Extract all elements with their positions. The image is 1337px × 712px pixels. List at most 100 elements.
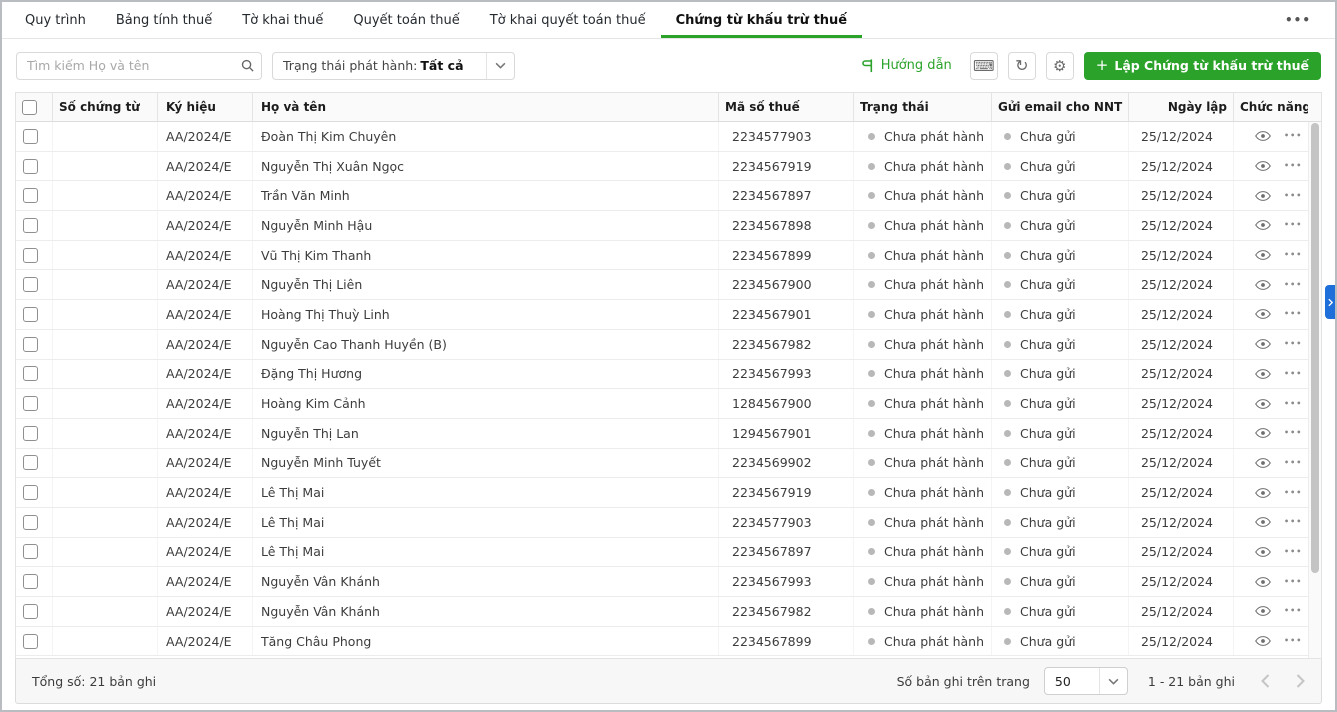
create-deduction-doc-button[interactable]: + Lập Chứng từ khấu trừ thuế [1084, 52, 1321, 80]
row-checkbox[interactable] [23, 159, 38, 174]
issue-status-filter[interactable]: Trạng thái phát hành:Tất cả [272, 52, 515, 80]
row-checkbox[interactable] [23, 544, 38, 559]
page-size-select[interactable]: 50 [1044, 667, 1128, 695]
row-checkbox[interactable] [23, 366, 38, 381]
view-icon[interactable] [1255, 576, 1271, 588]
previous-page-icon[interactable] [1261, 674, 1270, 688]
scrollbar-thumb[interactable] [1311, 123, 1319, 573]
tab-1[interactable]: Quy trình [10, 2, 101, 38]
table-row[interactable]: AA/2024/EHoàng Kim Cảnh1284567900Chưa ph… [16, 389, 1308, 419]
tab-2[interactable]: Bảng tính thuế [101, 2, 227, 38]
search-input[interactable] [17, 58, 233, 73]
row-checkbox[interactable] [23, 426, 38, 441]
tab-6[interactable]: Chứng từ khấu trừ thuế [661, 2, 863, 38]
row-more-icon[interactable]: ••• [1284, 192, 1302, 200]
row-more-icon[interactable]: ••• [1284, 637, 1302, 645]
row-more-icon[interactable]: ••• [1284, 132, 1302, 140]
row-checkbox[interactable] [23, 574, 38, 589]
row-more-icon[interactable]: ••• [1284, 251, 1302, 259]
row-checkbox[interactable] [23, 188, 38, 203]
row-checkbox[interactable] [23, 455, 38, 470]
view-icon[interactable] [1255, 338, 1271, 350]
table-row[interactable]: AA/2024/EHoàng Thị Thuỳ Linh2234567901Ch… [16, 300, 1308, 330]
vertical-scrollbar[interactable] [1308, 122, 1321, 658]
view-icon[interactable] [1255, 605, 1271, 617]
view-icon[interactable] [1255, 635, 1271, 647]
row-more-icon[interactable]: ••• [1284, 221, 1302, 229]
row-more-icon[interactable]: ••• [1284, 518, 1302, 526]
row-more-icon[interactable]: ••• [1284, 578, 1302, 586]
row-checkbox[interactable] [23, 307, 38, 322]
row-checkbox[interactable] [23, 248, 38, 263]
header-trang-thai[interactable]: Trạng thái [853, 93, 991, 121]
view-icon[interactable] [1255, 130, 1271, 142]
table-row[interactable]: AA/2024/EVũ Thị Kim Thanh2234567899Chưa … [16, 241, 1308, 271]
view-icon[interactable] [1255, 368, 1271, 380]
row-more-icon[interactable]: ••• [1284, 281, 1302, 289]
chevron-down-icon[interactable] [486, 53, 514, 79]
tab-4[interactable]: Quyết toán thuế [338, 2, 474, 38]
select-all-checkbox[interactable] [22, 100, 37, 115]
table-row[interactable]: AA/2024/ELê Thị Mai2234577903Chưa phát h… [16, 508, 1308, 538]
table-row[interactable]: AA/2024/ELê Thị Mai2234567919Chưa phát h… [16, 478, 1308, 508]
table-row[interactable]: AA/2024/ELê Thị Mai2234567897Chưa phát h… [16, 538, 1308, 568]
tab-3[interactable]: Tờ khai thuế [227, 2, 338, 38]
row-checkbox[interactable] [23, 485, 38, 500]
row-checkbox[interactable] [23, 129, 38, 144]
guide-link[interactable]: Hướng dẫn [861, 58, 952, 73]
row-checkbox[interactable] [23, 515, 38, 530]
row-checkbox[interactable] [23, 277, 38, 292]
row-checkbox[interactable] [23, 396, 38, 411]
row-checkbox[interactable] [23, 337, 38, 352]
table-row[interactable]: AA/2024/ENguyễn Vân Khánh2234567982Chưa … [16, 597, 1308, 627]
table-row[interactable]: AA/2024/ENguyễn Minh Tuyết2234569902Chưa… [16, 449, 1308, 479]
table-row[interactable]: AA/2024/ENguyễn Thị Lan1294567901Chưa ph… [16, 419, 1308, 449]
table-row[interactable]: AA/2024/EĐoàn Thị Kim Chuyên2234577903Ch… [16, 122, 1308, 152]
view-icon[interactable] [1255, 546, 1271, 558]
header-ho-va-ten[interactable]: Họ và tên [252, 93, 718, 121]
row-checkbox[interactable] [23, 218, 38, 233]
row-more-icon[interactable]: ••• [1284, 162, 1302, 170]
search-icon[interactable] [233, 58, 261, 73]
view-icon[interactable] [1255, 487, 1271, 499]
table-row[interactable]: AA/2024/ETăng Châu Phong2234567899Chưa p… [16, 627, 1308, 657]
table-row[interactable]: AA/2024/ETrần Văn Minh2234567897Chưa phá… [16, 181, 1308, 211]
table-row[interactable]: AA/2024/EĐặng Thị Hương2234567993Chưa ph… [16, 360, 1308, 390]
keyboard-shortcuts-button[interactable]: ⌨ [970, 52, 998, 80]
table-row[interactable]: AA/2024/ENguyễn Cao Thanh Huyền (B)22345… [16, 330, 1308, 360]
row-more-icon[interactable]: ••• [1284, 370, 1302, 378]
tab-5[interactable]: Tờ khai quyết toán thuế [475, 2, 661, 38]
row-more-icon[interactable]: ••• [1284, 310, 1302, 318]
view-icon[interactable] [1255, 249, 1271, 261]
header-ky-hieu[interactable]: Ký hiệu [157, 93, 252, 121]
row-more-icon[interactable]: ••• [1284, 400, 1302, 408]
view-icon[interactable] [1255, 427, 1271, 439]
header-ma-so-thue[interactable]: Mã số thuế [718, 93, 853, 121]
view-icon[interactable] [1255, 398, 1271, 410]
row-more-icon[interactable]: ••• [1284, 459, 1302, 467]
row-more-icon[interactable]: ••• [1284, 340, 1302, 348]
table-row[interactable]: AA/2024/ENguyễn Thị Liên2234567900Chưa p… [16, 270, 1308, 300]
view-icon[interactable] [1255, 308, 1271, 320]
tabbar-more-icon[interactable]: ••• [1261, 2, 1335, 38]
row-checkbox[interactable] [23, 634, 38, 649]
next-page-icon[interactable] [1296, 674, 1305, 688]
row-more-icon[interactable]: ••• [1284, 548, 1302, 556]
view-icon[interactable] [1255, 457, 1271, 469]
view-icon[interactable] [1255, 190, 1271, 202]
view-icon[interactable] [1255, 516, 1271, 528]
view-icon[interactable] [1255, 219, 1271, 231]
table-row[interactable]: AA/2024/ENguyễn Vân Khánh2234567993Chưa … [16, 567, 1308, 597]
settings-button[interactable]: ⚙ [1046, 52, 1074, 80]
table-row[interactable]: AA/2024/ENguyễn Thị Xuân Ngọc2234567919C… [16, 152, 1308, 182]
header-so-chung-tu[interactable]: Số chứng từ [52, 93, 157, 121]
row-more-icon[interactable]: ••• [1284, 429, 1302, 437]
header-gui-email[interactable]: Gửi email cho NNT [991, 93, 1128, 121]
table-row[interactable]: AA/2024/ENguyễn Minh Hậu2234567898Chưa p… [16, 211, 1308, 241]
row-more-icon[interactable]: ••• [1284, 607, 1302, 615]
row-checkbox[interactable] [23, 604, 38, 619]
side-panel-toggle[interactable] [1325, 285, 1335, 319]
refresh-button[interactable]: ↻ [1008, 52, 1036, 80]
view-icon[interactable] [1255, 279, 1271, 291]
view-icon[interactable] [1255, 160, 1271, 172]
